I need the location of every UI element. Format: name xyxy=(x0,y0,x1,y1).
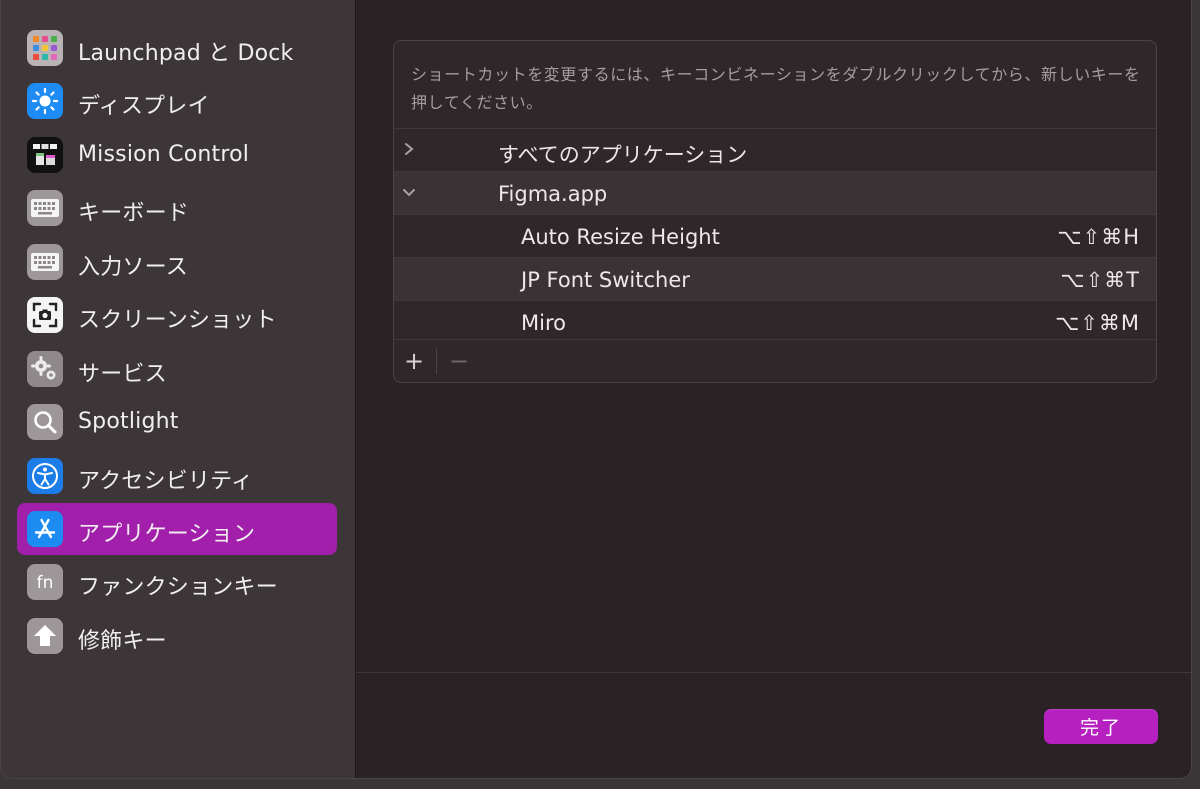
input-sources-icon xyxy=(27,244,63,280)
sidebar-item-accessibility[interactable]: アクセシビリティ xyxy=(17,450,337,502)
group-label: すべてのアプリケーション xyxy=(498,143,748,167)
shortcut-keys[interactable]: ⌥⇧⌘T xyxy=(1060,268,1140,292)
sidebar-item-label: アクセシビリティ xyxy=(78,469,254,494)
done-button[interactable]: 完了 xyxy=(1044,709,1158,744)
sidebar-item-label: サービス xyxy=(78,362,167,387)
sidebar-item-services[interactable]: サービス xyxy=(17,343,337,395)
sidebar-item-label: Spotlight xyxy=(78,409,179,434)
mission-control-icon xyxy=(27,137,63,173)
shortcut-row[interactable]: Auto Resize Height ⌥⇧⌘H xyxy=(394,214,1156,257)
shortcut-row[interactable]: Miro ⌥⇧⌘M xyxy=(394,300,1156,343)
sidebar-item-label: 入力ソース xyxy=(78,255,188,280)
sidebar-item-modifier-keys[interactable]: 修飾キー xyxy=(17,610,337,662)
display-brightness-icon xyxy=(27,83,63,119)
shortcut-keys[interactable]: ⌥⇧⌘H xyxy=(1057,225,1140,249)
fn-key-icon: fn xyxy=(27,564,63,600)
shortcuts-panel: ショートカットを変更するには、キーコンビネーションをダブルクリックしてから、新し… xyxy=(393,40,1157,383)
sidebar-item-label: Launchpad と Dock xyxy=(78,41,294,66)
sidebar-item-label: Mission Control xyxy=(78,142,250,167)
sidebar-item-label: スクリーンショット xyxy=(78,308,277,333)
toolbar-divider xyxy=(436,348,437,374)
sidebar-item-mission-control[interactable]: Mission Control xyxy=(17,129,337,181)
hint-text: ショートカットを変更するには、キーコンビネーションをダブルクリックしてから、新し… xyxy=(411,65,1141,112)
magnifier-icon xyxy=(27,404,63,440)
sidebar: Launchpad と Dock ディスプレイ Mission Control … xyxy=(1,0,356,778)
sidebar-item-launchpad-dock[interactable]: Launchpad と Dock xyxy=(17,22,337,74)
footer-divider xyxy=(356,672,1191,673)
shortcut-label: JP Font Switcher xyxy=(521,268,690,292)
sidebar-item-label: キーボード xyxy=(78,201,190,226)
sidebar-item-applications[interactable]: アプリケーション xyxy=(17,503,337,555)
sidebar-item-label: ファンクションキー xyxy=(78,575,278,600)
sidebar-item-function-keys[interactable]: fn ファンクションキー xyxy=(17,556,337,608)
remove-shortcut-button[interactable]: − xyxy=(446,348,472,374)
accessibility-icon xyxy=(27,458,63,494)
shortcut-row[interactable]: JP Font Switcher ⌥⇧⌘T xyxy=(394,257,1156,300)
shortcut-keys[interactable]: ⌥⇧⌘M xyxy=(1055,311,1140,335)
shortcut-label: Miro xyxy=(521,311,566,335)
sidebar-item-label: ディスプレイ xyxy=(78,94,210,119)
group-label: Figma.app xyxy=(498,182,608,206)
sidebar-item-spotlight[interactable]: Spotlight xyxy=(17,396,337,448)
list-toolbar: + − xyxy=(394,339,1156,382)
app-store-icon xyxy=(27,511,63,547)
keyboard-shortcuts-sheet: Launchpad と Dock ディスプレイ Mission Control … xyxy=(0,0,1192,779)
group-row-all-applications[interactable]: すべてのアプリケーション xyxy=(394,128,1156,171)
sidebar-item-label: 修飾キー xyxy=(78,629,167,654)
sidebar-item-screenshot[interactable]: スクリーンショット xyxy=(17,289,337,341)
sidebar-item-keyboard[interactable]: キーボード xyxy=(17,182,337,234)
chevron-down-icon[interactable] xyxy=(400,181,418,203)
screenshot-icon xyxy=(27,297,63,333)
sidebar-item-input-sources[interactable]: 入力ソース xyxy=(17,236,337,288)
keyboard-icon xyxy=(27,190,63,226)
gears-icon xyxy=(27,351,63,387)
chevron-right-icon[interactable] xyxy=(400,138,418,160)
add-shortcut-button[interactable]: + xyxy=(401,348,427,374)
sidebar-item-display[interactable]: ディスプレイ xyxy=(17,75,337,127)
launchpad-icon xyxy=(27,30,63,66)
modifier-arrow-icon xyxy=(27,618,63,654)
shortcut-label: Auto Resize Height xyxy=(521,225,720,249)
sidebar-item-label: アプリケーション xyxy=(78,522,256,547)
group-row-figma[interactable]: Figma.app xyxy=(394,171,1156,214)
svg-text:fn: fn xyxy=(37,573,54,593)
